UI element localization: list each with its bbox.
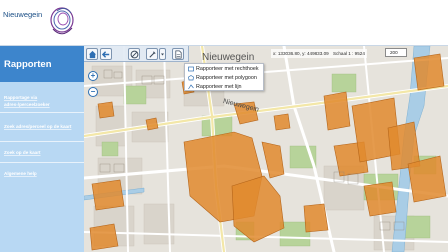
sidebar-link-help[interactable]: Algemene help [4,170,82,177]
scale-text: Schaal 1 : 9524 [332,51,365,56]
back-button[interactable] [100,48,112,60]
sidebar-link-search-map-address[interactable]: Zoek adres/perceel op de kaart [4,123,82,130]
home-icon [88,50,96,58]
zoom-out-button[interactable]: − [88,87,98,97]
map-viewport[interactable]: Nieuwegein Nieuwegein Rapporteer met rec… [84,46,448,252]
logo-swirl-icon [50,7,74,35]
menu-item-label: Rapporteer met lijn [196,84,242,90]
street-label: Nieuwegein [202,52,255,63]
home-button[interactable] [86,48,98,60]
map-toolbar [84,46,189,62]
sidebar-divider [0,141,84,142]
select-icon [148,50,156,58]
menu-item-polygon[interactable]: Rapporteer met polygoon [187,74,263,82]
dropdown-arrow-icon [161,53,164,55]
sidebar-title: Rapporten [0,46,84,82]
polygon-icon [188,75,194,81]
coordinate-readout: x: 133036.80, y: 449833.09 Schaal 1 : 95… [271,49,367,58]
menu-item-rectangle[interactable]: Rapporteer met rechthoek [187,65,263,73]
no-entry-icon [130,50,138,58]
map-canvas [84,46,448,252]
sidebar-link-search-map[interactable]: Zoek op de kaart [4,149,82,156]
coordinates-text: x: 133036.80, y: 449833.09 [273,51,329,56]
sidebar-divider [0,162,84,163]
report-menu: Rapporteer met rechthoek Rapporteer met … [184,63,264,91]
sidebar-divider [0,112,84,113]
menu-item-line[interactable]: Rapporteer met lijn [187,83,263,91]
clear-button[interactable] [128,48,140,60]
report-icon [174,50,182,58]
sidebar-link-address-report[interactable]: Rapportage via adres-/perceelzoeker [4,94,82,108]
sidebar: Rapporten Rapportage via adres-/perceelz… [0,46,84,252]
zoom-in-button[interactable]: + [88,71,98,81]
report-button[interactable] [172,48,184,60]
menu-item-label: Rapporteer met rechthoek [196,66,259,72]
select-button[interactable] [146,48,158,60]
menu-item-label: Rapporteer met polygoon [196,75,257,81]
select-dropdown[interactable] [159,48,166,60]
logo-text: Nieuwegein [3,10,43,19]
scale-selector[interactable]: 200 [385,48,407,57]
rectangle-icon [188,66,194,72]
back-icon [101,50,109,58]
line-icon [188,84,194,90]
header-bar: Nieuwegein [0,0,448,46]
